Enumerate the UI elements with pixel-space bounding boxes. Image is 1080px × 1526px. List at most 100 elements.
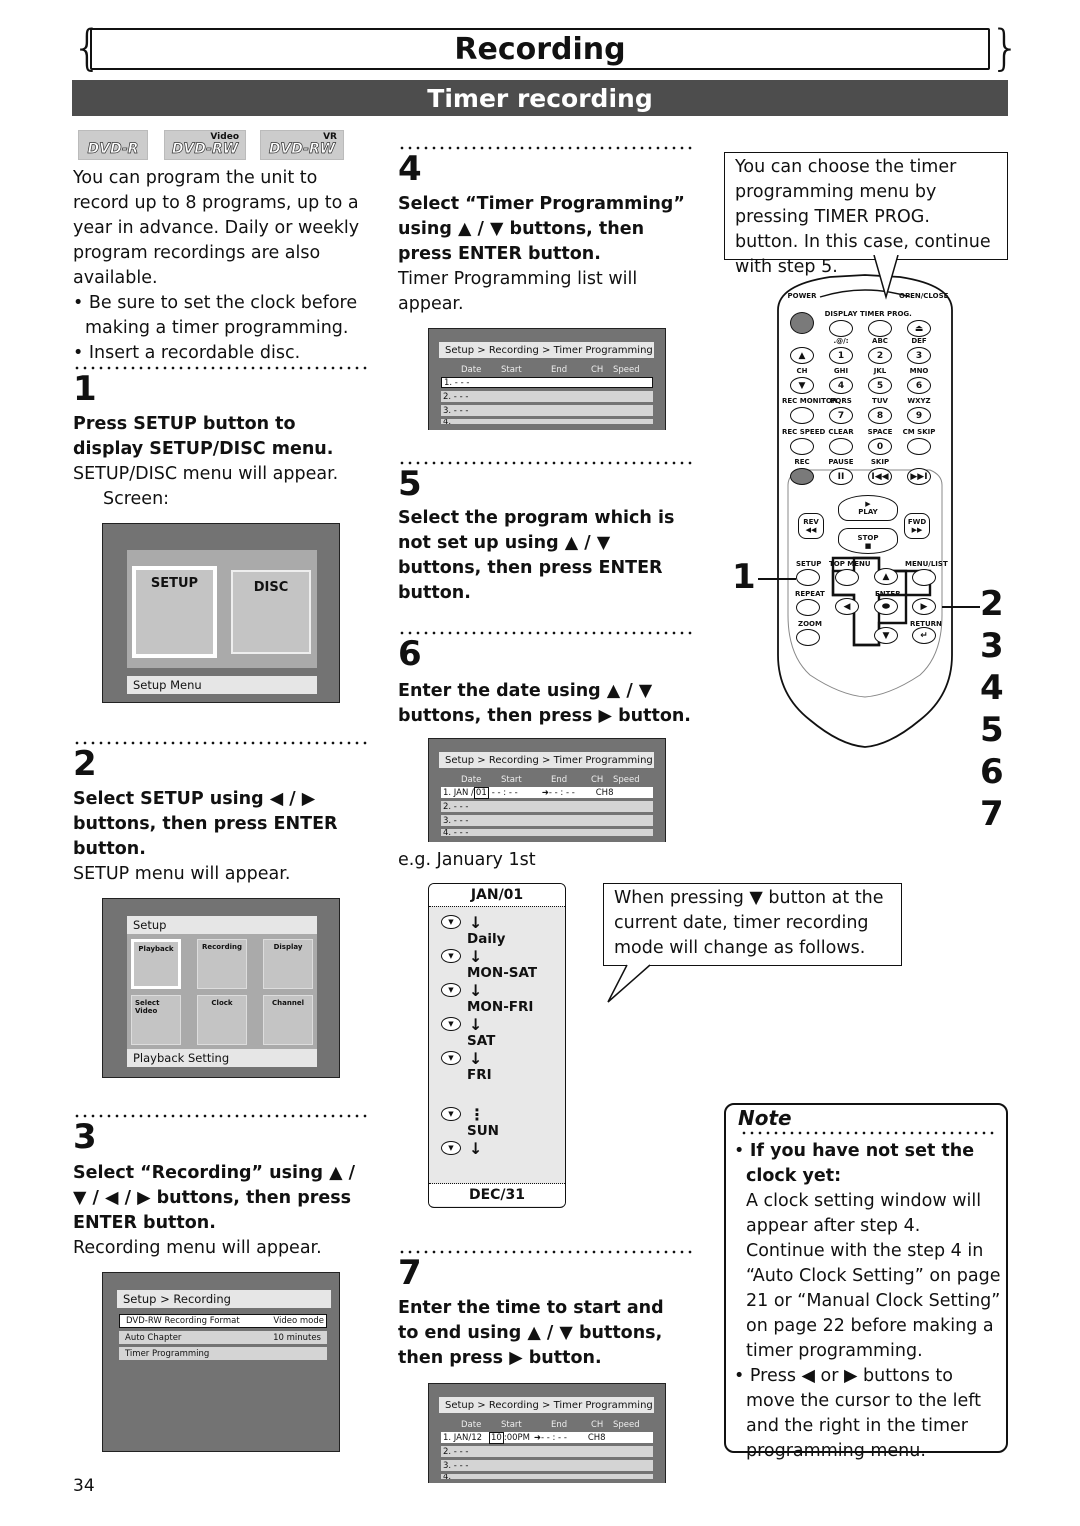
timer-row[interactable]: 2. - - - bbox=[441, 801, 653, 812]
setup-button[interactable] bbox=[796, 569, 820, 586]
arrow-down-icon: ↓ bbox=[469, 1014, 483, 1034]
remote-key-rec-monitor[interactable] bbox=[790, 407, 814, 424]
timer-row[interactable]: 3. - - - bbox=[441, 1460, 653, 1471]
left-button[interactable]: ◀ bbox=[835, 598, 859, 615]
recording-row[interactable]: Timer Programming bbox=[119, 1347, 327, 1360]
key-label: MNO bbox=[909, 367, 929, 375]
step-6: Enter the date using ▲ / ▼ buttons, then… bbox=[398, 679, 694, 729]
timer-row[interactable]: 1. JAN /01 - - : - - ➜- - : - - CH8 bbox=[441, 786, 653, 799]
play-button[interactable]: ▶ PLAY bbox=[838, 495, 898, 521]
setup-tile-clock[interactable]: Clock bbox=[197, 995, 247, 1045]
remote-key-pause[interactable]: II bbox=[829, 468, 853, 485]
remote-key--[interactable]: ▲ bbox=[790, 347, 814, 364]
remote-key--i[interactable]: ▶▶I bbox=[907, 468, 931, 485]
divider bbox=[73, 366, 369, 370]
timer-row[interactable]: 4. bbox=[441, 1474, 653, 1479]
remote-key-rec[interactable] bbox=[790, 468, 814, 485]
intro-paragraph: You can program the unit to record up to… bbox=[73, 168, 360, 288]
flow-mode: SUN bbox=[467, 1123, 499, 1139]
remote-key-tuv[interactable]: 8 bbox=[868, 407, 892, 424]
repeat-button[interactable] bbox=[796, 599, 820, 616]
menu-list-button[interactable] bbox=[912, 569, 936, 586]
time-cursor[interactable]: 10 bbox=[489, 1431, 504, 1444]
remote-key-clear[interactable] bbox=[829, 438, 853, 455]
marker-step: 4 bbox=[980, 668, 1004, 708]
remote-key-mno[interactable]: 6 bbox=[907, 377, 931, 394]
fwd-button[interactable]: FWD ▶▶ bbox=[904, 513, 930, 539]
example-label: e.g. January 1st bbox=[398, 850, 536, 870]
remote-key-power[interactable] bbox=[790, 312, 814, 334]
remote-key-display[interactable] bbox=[829, 320, 853, 337]
rev-button[interactable]: REV ◀◀ bbox=[798, 513, 824, 539]
top-menu-button[interactable] bbox=[835, 569, 859, 586]
down-button-icon: ▼ bbox=[441, 1051, 461, 1065]
setup-tile-select-video[interactable]: Select Video bbox=[131, 995, 181, 1045]
key-label: PQRS bbox=[830, 397, 852, 405]
timer-row[interactable]: 1. JAN/12 10 :00PM ➜- - : - - CH8 bbox=[441, 1431, 653, 1444]
remote-key-pqrs[interactable]: 7 bbox=[829, 407, 853, 424]
down-button[interactable]: ▼ bbox=[874, 627, 898, 644]
step-instruction: Press SETUP button to display SETUP/DISC… bbox=[73, 414, 334, 459]
timer-row[interactable]: 1. - - - bbox=[441, 377, 653, 388]
stop-button[interactable]: STOP ■ bbox=[838, 528, 898, 554]
setup-tile-recording[interactable]: Recording bbox=[197, 939, 247, 989]
flow-ellipsis bbox=[441, 1083, 565, 1105]
timer-row[interactable]: 4. bbox=[441, 419, 653, 424]
timer-row[interactable]: 3. - - - bbox=[441, 405, 653, 416]
chapter-title: Recording bbox=[90, 28, 990, 70]
disc-tile[interactable]: DISC bbox=[231, 570, 311, 654]
step-result: SETUP/DISC menu will appear. bbox=[73, 464, 339, 484]
remote-key-space[interactable]: 0 bbox=[868, 438, 892, 455]
marker-step: 5 bbox=[980, 710, 1004, 750]
arrow-down-icon: ↓ bbox=[469, 980, 483, 1000]
key-label: WXYZ bbox=[907, 397, 931, 405]
up-button[interactable]: ▲ bbox=[874, 568, 898, 585]
remote-key--[interactable]: 1 bbox=[829, 347, 853, 364]
setup-tile-display[interactable]: Display bbox=[263, 939, 313, 989]
dvd-rw-video-badge: Video DVD-RW bbox=[164, 130, 246, 160]
timer-row[interactable]: 2. - - - bbox=[441, 391, 653, 402]
screen-title: Setup > Recording > Timer Programming bbox=[439, 1397, 654, 1413]
enter-button[interactable]: ⬬ bbox=[874, 598, 898, 615]
recording-row[interactable]: Auto Chapter 10 minutes bbox=[119, 1331, 327, 1344]
remote-key-cm-skip[interactable] bbox=[907, 438, 931, 455]
remote-key-skip[interactable]: I◀◀ bbox=[868, 468, 892, 485]
timer-row[interactable]: 2. - - - bbox=[441, 1446, 653, 1457]
remote-key-timer-prog-[interactable] bbox=[868, 320, 892, 337]
date-cursor[interactable]: 01 bbox=[473, 786, 489, 799]
return-button[interactable]: ↵ bbox=[912, 627, 936, 644]
remote-key-open-close[interactable]: ⏏ bbox=[907, 320, 931, 337]
setup-label: SETUP bbox=[796, 560, 822, 568]
down-button-icon: ▼ bbox=[441, 915, 461, 929]
step-instruction: Select the program which is not set up u… bbox=[398, 508, 675, 603]
down-press-callout: When pressing ▼ button at the current da… bbox=[603, 883, 902, 966]
remote-key-abc[interactable]: 2 bbox=[868, 347, 892, 364]
arrow-down-icon: ↓ bbox=[469, 946, 483, 966]
timer-row[interactable]: 4. - - - bbox=[441, 829, 653, 836]
right-button[interactable]: ▶ bbox=[912, 598, 936, 615]
remote-key-rec-speed[interactable] bbox=[790, 438, 814, 455]
step-result: SETUP menu will appear. bbox=[73, 864, 291, 884]
intro-bullet: • Be sure to set the clock before making… bbox=[73, 293, 358, 338]
step-number: 5 bbox=[398, 464, 422, 504]
flow-step: ▼ ↓ bbox=[441, 980, 565, 1000]
step-2: Select SETUP using ◀ / ▶ buttons, then p… bbox=[73, 787, 369, 887]
remote-key-wxyz[interactable]: 9 bbox=[907, 407, 931, 424]
zoom-button[interactable] bbox=[796, 629, 820, 646]
flow-mode: FRI bbox=[467, 1067, 492, 1083]
remote-key-ch[interactable]: ▼ bbox=[790, 377, 814, 394]
setup-tile-playback[interactable]: Playback bbox=[131, 939, 181, 989]
remote-key-ghi[interactable]: 4 bbox=[829, 377, 853, 394]
setup-tile-channel[interactable]: Channel bbox=[263, 995, 313, 1045]
screen-title: Setup > Recording > Timer Programming bbox=[439, 342, 654, 358]
timer-row[interactable]: 3. - - - bbox=[441, 815, 653, 826]
remote-key-def[interactable]: 3 bbox=[907, 347, 931, 364]
dvd-rw-vr-badge: VR DVD-RW bbox=[260, 130, 344, 160]
dvd-r-badge: DVD-R bbox=[78, 130, 148, 160]
flow-mode: MON-FRI bbox=[467, 999, 534, 1015]
setup-tile[interactable]: SETUP bbox=[132, 566, 217, 658]
remote-key-jkl[interactable]: 5 bbox=[868, 377, 892, 394]
key-label: POWER bbox=[787, 292, 817, 300]
recording-row[interactable]: DVD-RW Recording Format Video mode bbox=[119, 1314, 327, 1328]
step-instruction: Enter the time to start and to end using… bbox=[398, 1298, 664, 1368]
